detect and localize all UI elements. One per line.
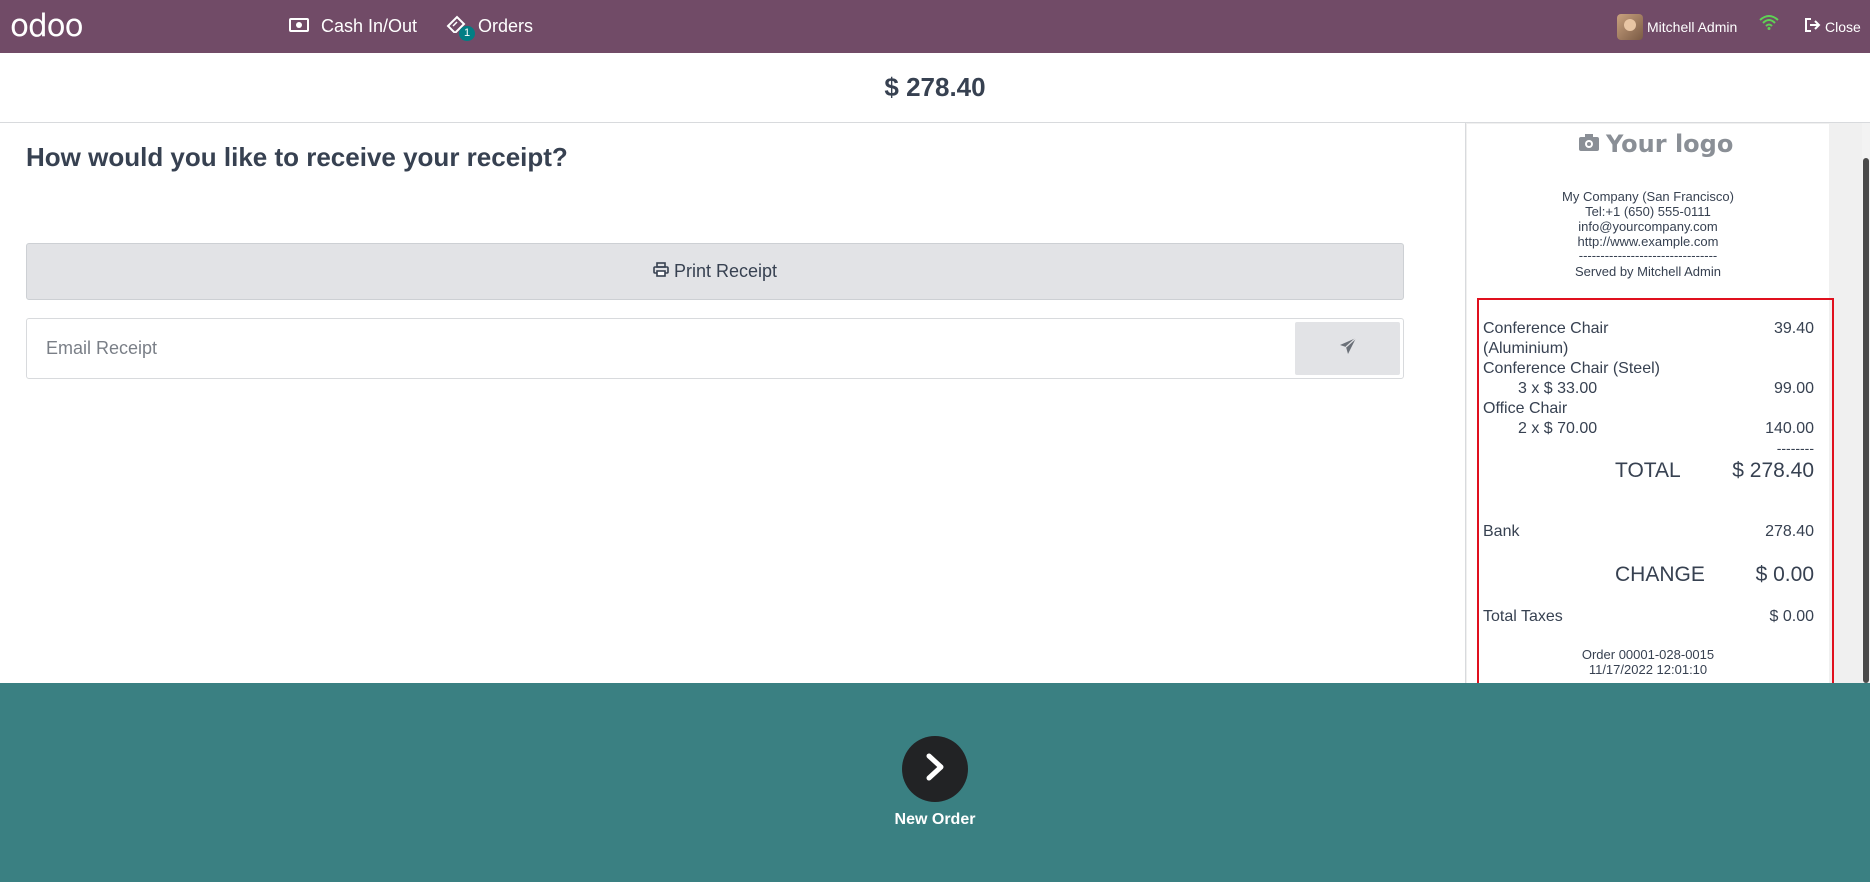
- company-website: http://www.example.com: [1577, 234, 1719, 249]
- top-navbar: odoo Cash In/Out 1 Orders Mitchell Admin…: [0, 0, 1870, 53]
- send-email-button[interactable]: [1295, 322, 1400, 375]
- change-value: $ 0.00: [1755, 563, 1814, 586]
- line-item-price: 140.00: [1765, 420, 1814, 437]
- cash-icon: [289, 16, 309, 37]
- line-item-price: 99.00: [1773, 380, 1814, 397]
- paper-plane-icon: [1339, 337, 1357, 360]
- email-receipt-input[interactable]: [28, 320, 1298, 377]
- line-item-price: 39.40: [1773, 320, 1814, 337]
- user-menu[interactable]: Mitchell Admin: [1617, 13, 1737, 41]
- line-item-name: Conference Chair (Steel): [1483, 360, 1660, 377]
- user-name: Mitchell Admin: [1647, 19, 1738, 35]
- close-label: Close: [1825, 18, 1861, 35]
- line-item-name: Conference Chair: [1483, 320, 1609, 337]
- close-button[interactable]: Close: [1805, 0, 1861, 53]
- print-receipt-label: Print Receipt: [673, 261, 778, 281]
- cash-in-out-button[interactable]: Cash In/Out: [289, 0, 417, 53]
- taxes-label: Total Taxes: [1483, 608, 1563, 625]
- amount-header: $ 278.40: [0, 53, 1870, 123]
- orders-label: Orders: [478, 16, 534, 36]
- sign-out-icon: [1805, 18, 1825, 35]
- orders-button[interactable]: 1 Orders: [446, 0, 533, 53]
- receipt-logo: Your logo: [1578, 130, 1733, 158]
- odoo-logo: odoo: [10, 8, 84, 44]
- line-item-qty: 2 x $ 70.00: [1518, 420, 1598, 437]
- receipt-question: How would you like to receive your recei…: [26, 142, 568, 172]
- cash-in-out-label: Cash In/Out: [321, 16, 418, 36]
- receipt-separator: --------------------------------: [1578, 248, 1718, 263]
- scrollbar-thumb[interactable]: [1863, 158, 1869, 683]
- line-item-name: Office Chair: [1483, 400, 1568, 417]
- taxes-value: $ 0.00: [1769, 608, 1814, 625]
- print-icon: [653, 261, 674, 282]
- payment-amount: 278.40: [1765, 523, 1814, 540]
- new-order-label: New Order: [894, 811, 976, 828]
- avatar: [1617, 14, 1643, 40]
- company-email: info@yourcompany.com: [1578, 219, 1718, 234]
- order-date: 11/17/2022 12:01:10: [1588, 662, 1708, 677]
- camera-icon: [1578, 130, 1606, 158]
- order-reference: Order 00001-028-0015: [1581, 647, 1715, 662]
- print-receipt-button[interactable]: Print Receipt: [26, 243, 1404, 300]
- line-item-name-cont: (Aluminium): [1483, 340, 1569, 357]
- wifi-icon: [1759, 14, 1779, 35]
- company-tel: Tel:+1 (650) 555-0111: [1585, 204, 1711, 219]
- orders-count-badge: 1: [459, 26, 476, 41]
- payment-method: Bank: [1483, 523, 1520, 540]
- receipt-scrollbar[interactable]: [1862, 123, 1870, 683]
- ticket-icon: 1: [446, 15, 476, 41]
- served-by: Served by Mitchell Admin: [1575, 264, 1721, 279]
- total-separator: --------: [1776, 440, 1814, 456]
- line-item-qty: 3 x $ 33.00: [1518, 380, 1598, 397]
- email-receipt-group: [26, 318, 1404, 379]
- company-name: My Company (San Francisco): [1562, 189, 1734, 204]
- chevron-right-icon: [923, 752, 947, 787]
- total-value: $ 278.40: [1732, 459, 1814, 482]
- order-amount: $ 278.40: [884, 72, 986, 102]
- new-order-button[interactable]: [902, 736, 968, 802]
- logo-text: Your logo: [1606, 130, 1734, 158]
